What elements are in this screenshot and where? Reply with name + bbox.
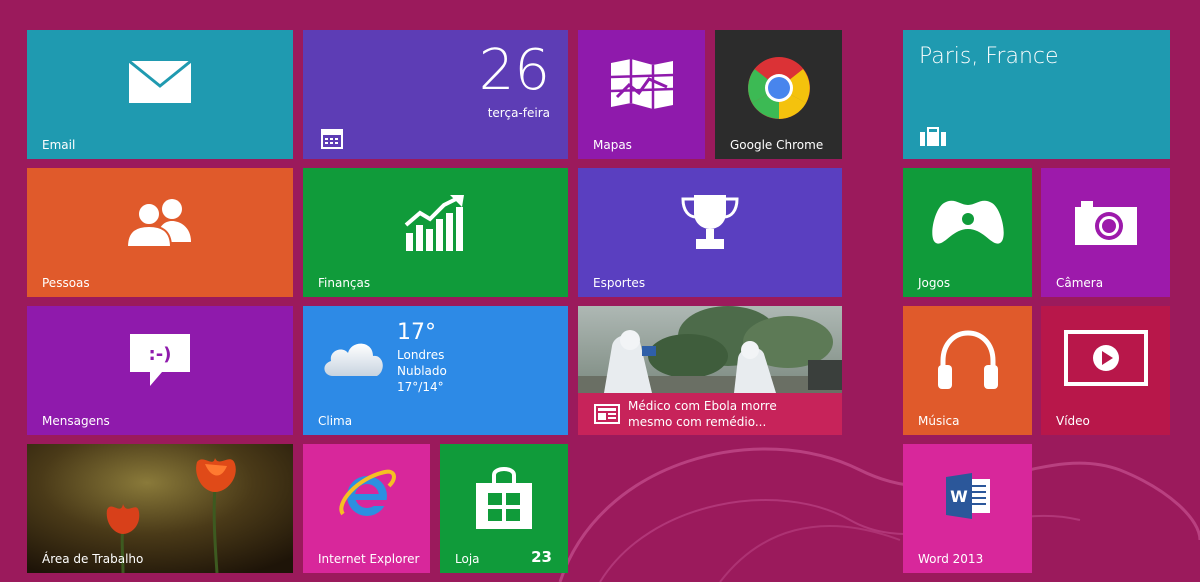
tile-label: Música	[918, 414, 960, 428]
map-icon	[610, 59, 673, 110]
tile-maps[interactable]: Mapas	[578, 30, 705, 159]
suitcase-icon	[920, 127, 946, 146]
tile-label: Finanças	[318, 276, 371, 290]
tile-sports[interactable]: Esportes	[578, 168, 842, 297]
news-headline-line-1: Médico com Ebola morre	[628, 399, 777, 413]
weather-condition: Nublado	[397, 364, 447, 378]
travel-city: Paris, France	[919, 44, 1059, 69]
tile-weather[interactable]: 17° Londres Nublado 17°/14° Clima	[303, 306, 568, 435]
chrome-logo-icon	[747, 57, 810, 120]
internet-explorer-icon	[338, 469, 396, 516]
newspaper-icon	[594, 404, 620, 424]
tile-chrome[interactable]: Google Chrome	[715, 30, 842, 159]
tile-label: Vídeo	[1056, 414, 1090, 428]
tile-word[interactable]: W Word 2013	[903, 444, 1032, 573]
chart-icon	[404, 195, 464, 252]
tile-games[interactable]: Jogos	[903, 168, 1032, 297]
tile-label: Clima	[318, 414, 353, 428]
weather-city: Londres	[397, 348, 445, 362]
trophy-icon	[681, 195, 739, 250]
tile-internet-explorer[interactable]: Internet Explorer	[303, 444, 430, 573]
store-bag-icon	[476, 467, 532, 530]
tile-label: Word 2013	[918, 552, 984, 566]
tile-label: Área de Trabalho	[42, 552, 144, 566]
headphones-icon	[937, 330, 998, 390]
tile-email[interactable]: Email	[27, 30, 293, 159]
tile-music[interactable]: Música	[903, 306, 1032, 435]
gamepad-icon	[931, 200, 1004, 244]
news-headline-bar: Médico com Ebola morre mesmo com remédio…	[578, 393, 842, 435]
weather-range: 17°/14°	[397, 380, 444, 394]
tile-label: Google Chrome	[730, 138, 824, 152]
word-icon: W	[945, 472, 990, 519]
tile-label: Jogos	[918, 276, 951, 290]
calendar-icon	[321, 129, 343, 149]
message-bubble-icon: :-)	[130, 334, 190, 387]
tile-calendar[interactable]: 26 terça-feira	[303, 30, 568, 159]
tile-finance[interactable]: Finanças	[303, 168, 568, 297]
play-icon	[1063, 329, 1148, 386]
tile-label: Mensagens	[42, 414, 110, 428]
tile-label: Internet Explorer	[318, 552, 420, 566]
tile-label: Esportes	[593, 276, 646, 290]
tile-people[interactable]: Pessoas	[27, 168, 293, 297]
news-photo	[578, 306, 842, 393]
svg-text:W: W	[950, 487, 968, 506]
store-badge-count: 23	[531, 548, 552, 566]
mail-icon	[128, 59, 192, 103]
tile-news[interactable]: Médico com Ebola morre mesmo com remédio…	[578, 306, 842, 435]
weather-temperature: 17°	[397, 320, 436, 345]
tile-video[interactable]: Vídeo	[1041, 306, 1170, 435]
tile-label: Mapas	[593, 138, 632, 152]
cloud-icon	[324, 343, 383, 376]
tile-label: Câmera	[1056, 276, 1104, 290]
news-headline: Médico com Ebola morre mesmo com remédio…	[628, 398, 777, 430]
calendar-day-number: 26	[478, 38, 550, 103]
tile-camera[interactable]: Câmera	[1041, 168, 1170, 297]
news-headline-line-2: mesmo com remédio...	[628, 415, 767, 429]
tile-messaging[interactable]: :-) Mensagens	[27, 306, 293, 435]
camera-icon	[1074, 201, 1137, 246]
svg-text::-): :-)	[149, 344, 172, 365]
tile-label: Pessoas	[42, 276, 90, 290]
tile-desktop[interactable]: Área de Trabalho	[27, 444, 293, 573]
tile-label: Loja	[455, 552, 480, 566]
calendar-weekday: terça-feira	[487, 106, 550, 120]
people-icon	[125, 199, 191, 249]
tile-label: Email	[42, 138, 76, 152]
tile-store[interactable]: Loja 23	[440, 444, 568, 573]
tile-travel[interactable]: Paris, France	[903, 30, 1170, 159]
